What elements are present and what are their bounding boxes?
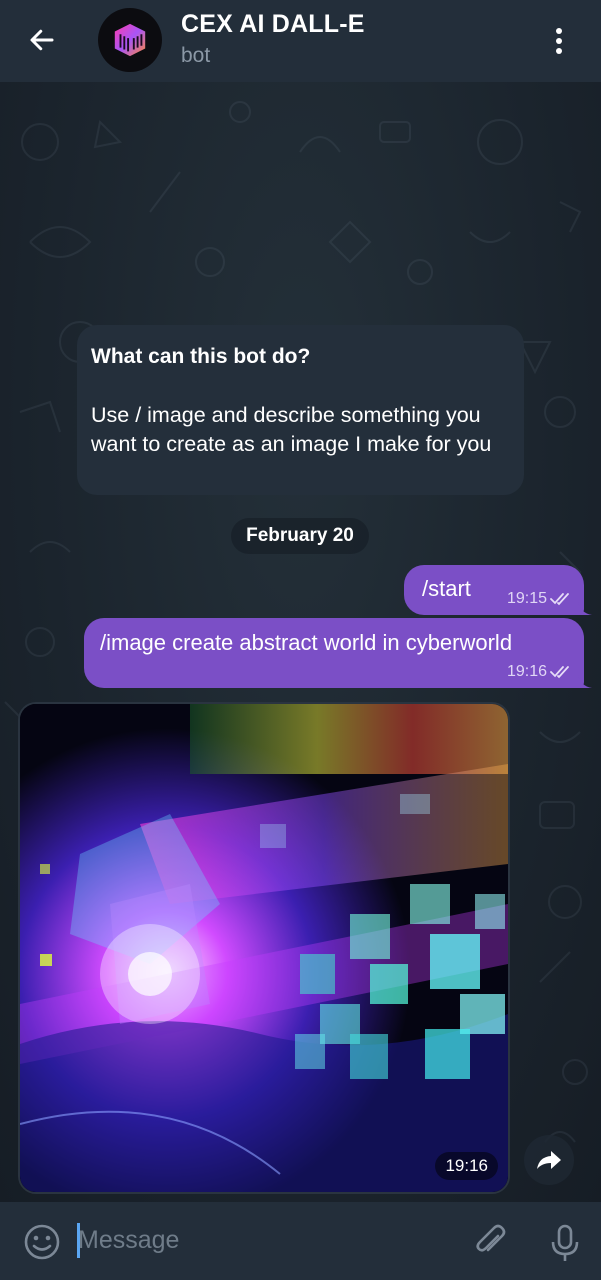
message-meta: 19:16 [507,663,574,681]
chat-subtitle: bot [181,44,211,67]
message-meta: 19:15 [507,590,574,608]
double-check-icon [550,666,569,679]
more-menu-button[interactable] [539,24,579,58]
attach-button[interactable] [470,1222,510,1262]
cube-logo-icon [114,23,146,57]
bot-info-body: Use / image and describe something you w… [91,403,492,456]
message-text: /image create abstract world in cyberwor… [100,630,513,655]
double-check-icon [550,593,569,606]
message-input[interactable] [78,1218,458,1262]
image-time: 19:16 [435,1152,498,1180]
image-message[interactable]: 19:16 [18,702,510,1194]
emoji-button[interactable] [22,1222,62,1262]
arrow-left-icon [30,29,54,51]
emoji-icon [24,1224,60,1260]
bot-info-title: What can this bot do? [91,345,311,368]
share-icon [537,1151,561,1169]
outgoing-message[interactable]: /image create abstract world in cyberwor… [84,618,584,688]
bubble-tail [578,601,592,615]
back-button[interactable] [22,22,62,58]
share-button[interactable] [524,1135,574,1185]
microphone-button[interactable] [545,1222,585,1264]
message-input-bar [0,1202,601,1280]
microphone-icon [551,1224,579,1261]
more-vertical-icon [556,28,562,54]
chat-title[interactable]: CEX AI DALL-E [181,10,365,39]
date-separator: February 20 [231,518,369,554]
paperclip-icon [476,1224,506,1252]
message-time: 19:15 [506,590,547,607]
generated-image [20,704,508,1192]
bot-info-card: What can this bot do? Use / image and de… [77,325,524,495]
outgoing-message[interactable]: /start 19:15 [404,565,584,615]
bubble-tail [578,674,592,688]
avatar[interactable] [98,8,162,72]
chat-header: CEX AI DALL-E bot [0,0,601,82]
message-text: /start [422,576,471,601]
message-time: 19:16 [506,663,547,680]
chat-area[interactable]: What can this bot do? Use / image and de… [0,82,601,1202]
